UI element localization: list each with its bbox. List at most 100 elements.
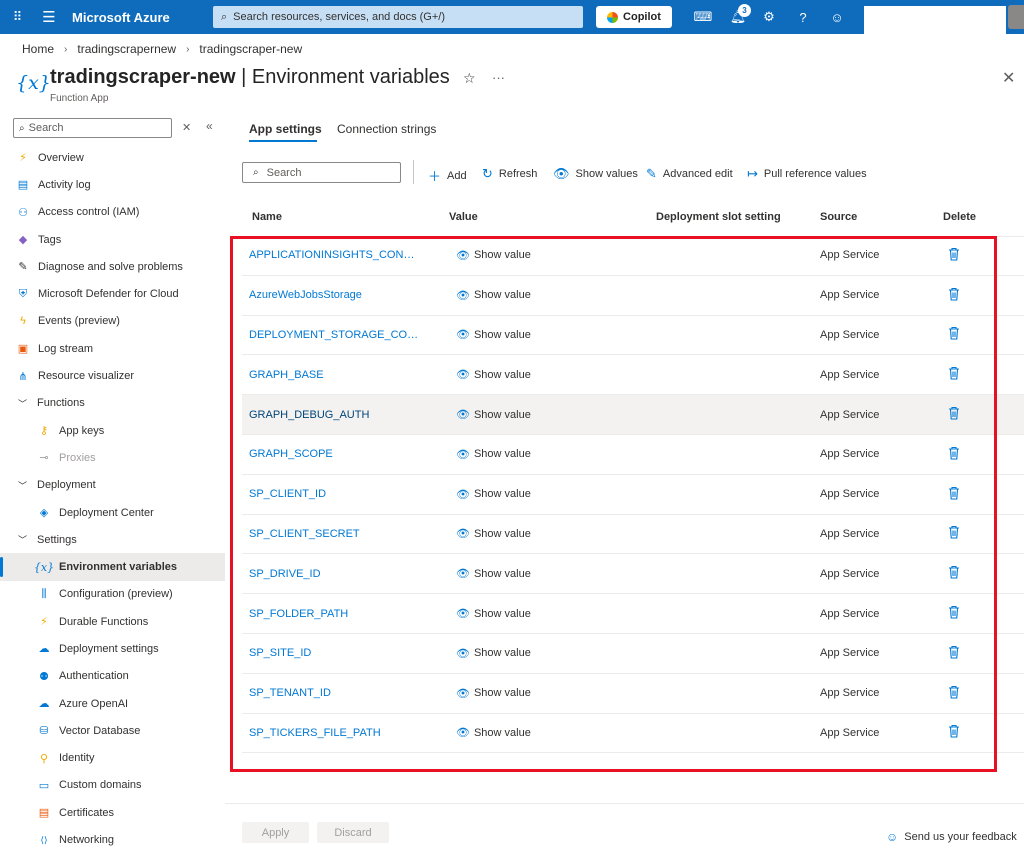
refresh-button[interactable]: ↻ Refresh [482, 166, 537, 182]
delete-trash-icon[interactable] [948, 247, 960, 264]
notifications-icon[interactable]: 🔔︎ 3 [721, 0, 755, 34]
delete-trash-icon[interactable] [948, 446, 960, 463]
sidebar-item-certificates[interactable]: ▤ Certificates [0, 799, 225, 826]
breadcrumb-home[interactable]: Home [22, 42, 54, 56]
column-header-value[interactable]: Value [449, 211, 478, 223]
delete-trash-icon[interactable] [948, 685, 960, 702]
sidebar-item-deployment-settings[interactable]: ☁ Deployment settings [0, 635, 225, 662]
setting-name-link[interactable]: AzureWebJobsStorage [249, 289, 419, 301]
setting-name-link[interactable]: SP_DRIVE_ID [249, 568, 419, 580]
delete-trash-icon[interactable] [948, 565, 960, 582]
sidebar-group-settings[interactable]: ﹀ Settings [0, 526, 225, 553]
sidebar-item-events[interactable]: ϟ Events (preview) [0, 308, 225, 335]
show-value-button[interactable]: 👁︎ Show value [456, 647, 531, 660]
setting-name-link[interactable]: SP_TICKERS_FILE_PATH [249, 727, 419, 739]
sidebar-item-access-control[interactable]: ⚇ Access control (IAM) [0, 199, 225, 226]
sidebar-item-deployment-center[interactable]: ◈ Deployment Center [0, 499, 225, 526]
delete-trash-icon[interactable] [948, 645, 960, 662]
sidebar-item-app-keys[interactable]: ⚷ App keys [0, 417, 225, 444]
sidebar-item-log-stream[interactable]: ▣ Log stream [0, 335, 225, 362]
show-values-button[interactable]: 👁︎ Show values [553, 166, 638, 182]
delete-trash-icon[interactable] [948, 486, 960, 503]
setting-name-link[interactable]: SP_TENANT_ID [249, 687, 419, 699]
app-launcher-icon[interactable]: ⠿ [0, 0, 34, 34]
show-value-button[interactable]: 👁︎ Show value [456, 408, 531, 422]
sidebar-item-azure-openai[interactable]: ☁ Azure OpenAI [0, 690, 225, 717]
brand-title[interactable]: Microsoft Azure [72, 10, 192, 25]
delete-trash-icon[interactable] [948, 605, 960, 622]
send-feedback-link[interactable]: ☺ Send us your feedback [886, 830, 1017, 844]
feedback-icon[interactable]: ☺ [820, 0, 854, 34]
column-header-slot-setting[interactable]: Deployment slot setting [656, 211, 781, 223]
setting-name-link[interactable]: SP_SITE_ID [249, 647, 419, 659]
clear-search-icon[interactable]: ✕ [182, 121, 191, 134]
sidebar-item-environment-variables[interactable]: {x} Environment variables [0, 553, 225, 581]
sidebar-item-vector-database[interactable]: ⛁ Vector Database [0, 717, 225, 744]
breadcrumb-resource[interactable]: tradingscraper-new [199, 42, 302, 56]
pull-reference-values-button[interactable]: ↦ Pull reference values [747, 166, 867, 182]
sidebar-item-activity-log[interactable]: ▤ Activity log [0, 171, 225, 198]
sidebar-item-custom-domains[interactable]: ▭ Custom domains [0, 772, 225, 799]
column-header-name[interactable]: Name [252, 211, 282, 223]
avatar[interactable] [1008, 5, 1024, 29]
more-options-icon[interactable]: ··· [492, 70, 505, 85]
sidebar-item-authentication[interactable]: ⚉ Authentication [0, 663, 225, 690]
tab-connection-strings[interactable]: Connection strings [337, 122, 436, 136]
setting-name-link[interactable]: SP_CLIENT_SECRET [249, 528, 419, 540]
sidebar-item-proxies[interactable]: ⊸ Proxies [0, 444, 225, 471]
sidebar-item-configuration[interactable]: ⫼ Configuration (preview) [0, 581, 225, 608]
account-area[interactable] [864, 6, 1006, 34]
show-value-button[interactable]: 👁︎ Show value [456, 527, 531, 541]
delete-trash-icon[interactable] [948, 366, 960, 383]
cloud-shell-icon[interactable]: ⌨ [686, 0, 720, 34]
sidebar-item-networking[interactable]: ⟨⟩ Networking [0, 826, 225, 853]
show-value-button[interactable]: 👁︎ Show value [456, 607, 531, 621]
show-value-button[interactable]: 👁︎ Show value [456, 567, 531, 581]
discard-button[interactable]: Discard [317, 822, 389, 843]
delete-trash-icon[interactable] [948, 287, 960, 304]
show-value-button[interactable]: 👁︎ Show value [456, 687, 531, 700]
show-value-button[interactable]: 👁︎ Show value [456, 448, 531, 461]
setting-name-link[interactable]: GRAPH_DEBUG_AUTH [249, 409, 419, 421]
apply-button[interactable]: Apply [242, 822, 309, 843]
sidebar-item-diagnose[interactable]: ✎ Diagnose and solve problems [0, 253, 225, 280]
show-value-button[interactable]: 👁︎ Show value [456, 368, 531, 382]
collapse-sidebar-icon[interactable]: « [206, 119, 213, 133]
portal-menu-icon[interactable]: ☰ [34, 0, 64, 34]
copilot-button[interactable]: Copilot [596, 6, 672, 28]
sidebar-group-deployment[interactable]: ﹀ Deployment [0, 472, 225, 499]
show-value-button[interactable]: 👁︎ Show value [456, 488, 531, 501]
show-value-button[interactable]: 👁︎ Show value [456, 328, 531, 342]
sidebar-item-resource-visualizer[interactable]: ⋔ Resource visualizer [0, 362, 225, 389]
show-value-button[interactable]: 👁︎ Show value [456, 726, 531, 740]
setting-name-link[interactable]: DEPLOYMENT_STORAGE_CON... [249, 329, 419, 341]
global-search-input[interactable]: ⌕ Search resources, services, and docs (… [213, 6, 583, 28]
sidebar-group-functions[interactable]: ﹀ Functions [0, 390, 225, 417]
sidebar-item-identity[interactable]: ⚲ Identity [0, 745, 225, 772]
setting-name-link[interactable]: GRAPH_SCOPE [249, 448, 419, 460]
delete-trash-icon[interactable] [948, 326, 960, 343]
close-icon[interactable]: ✕ [1002, 68, 1015, 88]
setting-name-link[interactable]: APPLICATIONINSIGHTS_CONNE... [249, 249, 419, 261]
delete-trash-icon[interactable] [948, 406, 960, 423]
sidebar-search-input[interactable]: ⌕ Search [13, 118, 172, 138]
delete-trash-icon[interactable] [948, 724, 960, 741]
setting-name-link[interactable]: SP_CLIENT_ID [249, 488, 419, 500]
sidebar-item-tags[interactable]: ◆ Tags [0, 226, 225, 253]
add-button[interactable]: ＋ Add [428, 166, 467, 185]
column-header-source[interactable]: Source [820, 211, 857, 223]
settings-gear-icon[interactable]: ⚙ [752, 0, 786, 34]
sidebar-item-defender[interactable]: ⛨ Microsoft Defender for Cloud [0, 280, 225, 307]
tab-app-settings[interactable]: App settings [249, 122, 322, 136]
settings-search-input[interactable]: ⌕ Search [242, 162, 401, 183]
show-value-button[interactable]: 👁︎ Show value [456, 289, 531, 302]
delete-trash-icon[interactable] [948, 525, 960, 542]
help-icon[interactable]: ? [786, 0, 820, 34]
breadcrumb-resource-group[interactable]: tradingscrapernew [77, 42, 176, 56]
sidebar-item-overview[interactable]: ⚡ Overview [0, 144, 225, 171]
show-value-button[interactable]: 👁︎ Show value [456, 249, 531, 262]
setting-name-link[interactable]: SP_FOLDER_PATH [249, 608, 419, 620]
setting-name-link[interactable]: GRAPH_BASE [249, 369, 419, 381]
sidebar-item-durable-functions[interactable]: ⚡ Durable Functions [0, 608, 225, 635]
favorite-star-icon[interactable]: ☆ [463, 70, 476, 87]
